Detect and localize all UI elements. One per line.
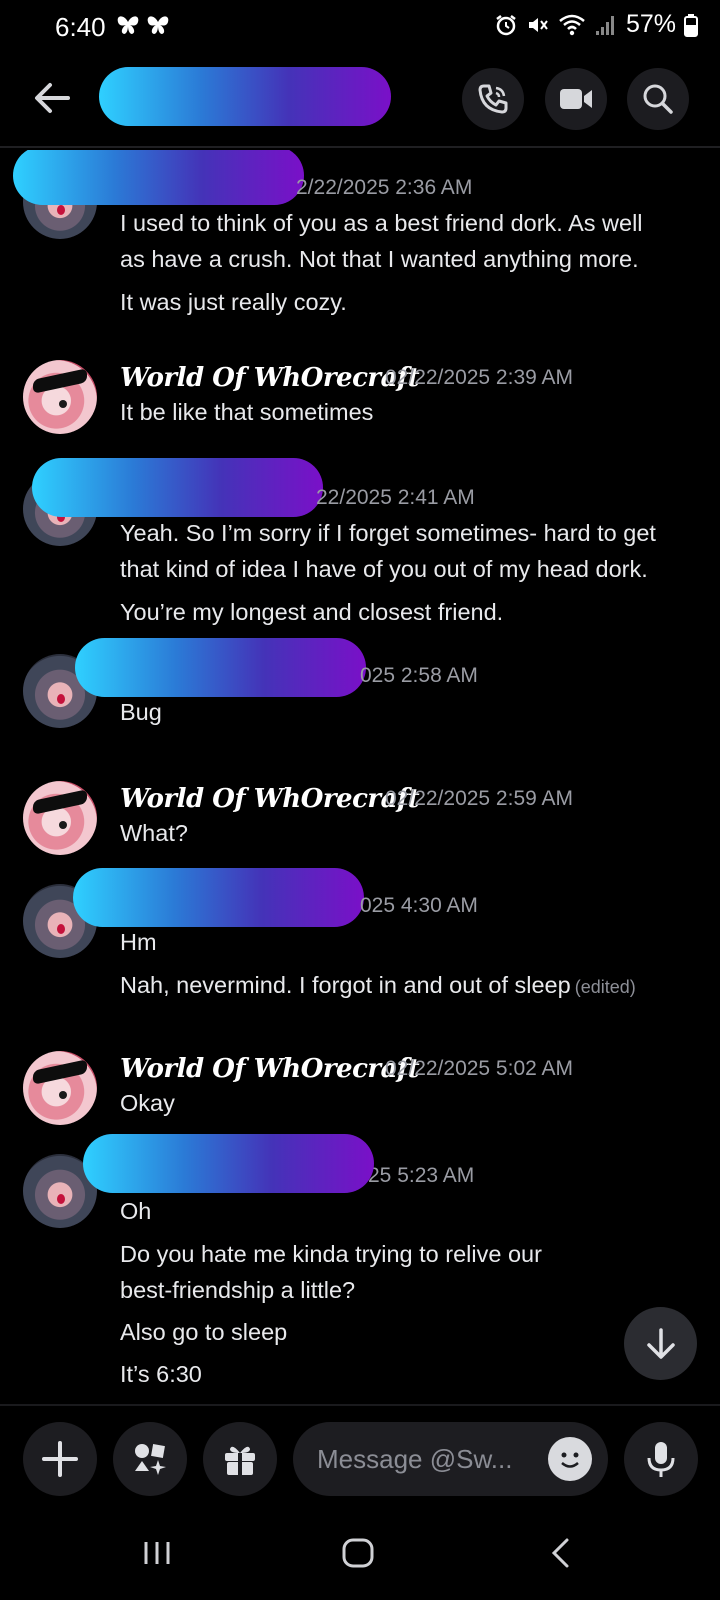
message-text[interactable]: as have a crush. Not that I wanted anyth… — [120, 246, 639, 273]
avatar[interactable] — [23, 1051, 97, 1125]
mute-icon — [528, 17, 548, 32]
add-attachment-button[interactable] — [23, 1422, 97, 1496]
emoji-button[interactable] — [548, 1437, 592, 1481]
gift-icon — [225, 1446, 255, 1475]
message-composer: Message @Sw... — [0, 1404, 720, 1514]
message-text[interactable]: It be like that sometimes — [120, 399, 373, 426]
message-timestamp: 02/22/2025 5:02 AM — [385, 1057, 573, 1080]
message-text[interactable]: Nah, nevermind. I forgot in and out of s… — [120, 972, 636, 999]
message-text[interactable]: It’s 6:30 — [120, 1361, 202, 1388]
status-bar: 6:40 57% — [0, 0, 720, 52]
alarm-icon — [496, 14, 516, 35]
message-text[interactable]: Oh — [120, 1198, 151, 1225]
back-nav-icon[interactable] — [545, 1536, 575, 1570]
message-timestamp: 02/22/2025 2:59 AM — [385, 787, 573, 810]
message-author[interactable]: World Of WhOrecraft — [120, 784, 420, 814]
jump-to-present-button[interactable] — [624, 1307, 697, 1380]
status-icons: 57% — [494, 10, 698, 39]
video-call-button[interactable] — [545, 68, 607, 130]
butterfly-icon — [147, 16, 169, 34]
message-text[interactable]: It was just really cozy. — [120, 289, 347, 316]
message-text[interactable]: I used to think of you as a best friend … — [120, 210, 643, 237]
video-camera-icon — [560, 89, 592, 109]
smiley-icon — [561, 1452, 579, 1468]
message-list[interactable]: 2/22/2025 2:36 AM I used to think of you… — [0, 150, 720, 1404]
message-text[interactable]: You’re my longest and closest friend. — [120, 599, 503, 626]
redacted-username — [75, 638, 366, 697]
wifi-icon — [559, 14, 585, 35]
chat-header — [0, 58, 720, 148]
message-text[interactable]: Also go to sleep — [120, 1319, 287, 1346]
phone-icon — [478, 84, 508, 114]
gift-button[interactable] — [203, 1422, 277, 1496]
microphone-icon — [647, 1442, 675, 1477]
redacted-username — [99, 67, 391, 126]
message-text[interactable]: What? — [120, 820, 188, 847]
back-arrow-icon[interactable] — [30, 76, 74, 120]
search-icon — [643, 84, 673, 114]
message-text[interactable]: Yeah. So I’m sorry if I forget sometimes… — [120, 520, 656, 547]
message-text[interactable]: best-friendship a little? — [120, 1277, 355, 1304]
message-timestamp: 2/22/2025 2:36 AM — [296, 176, 473, 199]
avatar[interactable] — [23, 360, 97, 434]
message-timestamp: 25 5:23 AM — [368, 1164, 475, 1187]
arrow-down-icon — [646, 1327, 675, 1359]
plus-icon — [42, 1441, 78, 1477]
redacted-username — [13, 150, 304, 205]
apps-icon — [135, 1444, 166, 1475]
redacted-username — [32, 458, 323, 517]
message-text[interactable]: Okay — [120, 1090, 175, 1117]
avatar[interactable] — [23, 781, 97, 855]
status-time: 6:40 — [55, 12, 106, 42]
message-timestamp: 22/2025 2:41 AM — [316, 486, 475, 509]
message-text[interactable]: that kind of idea I have of you out of m… — [120, 556, 648, 583]
message-input[interactable]: Message @Sw... — [293, 1422, 608, 1496]
voice-message-button[interactable] — [624, 1422, 698, 1496]
redacted-username — [73, 868, 364, 927]
message-timestamp: 02/22/2025 2:39 AM — [385, 366, 573, 389]
message-timestamp: 025 4:30 AM — [360, 894, 478, 917]
message-text[interactable]: Hm — [120, 929, 157, 956]
message-text[interactable]: Bug — [120, 699, 162, 726]
edited-label: (edited) — [574, 977, 636, 997]
apps-button[interactable] — [113, 1422, 187, 1496]
message-text[interactable]: Do you hate me kinda trying to relive ou… — [120, 1241, 542, 1268]
message-timestamp: 025 2:58 AM — [360, 664, 478, 687]
voice-call-button[interactable] — [462, 68, 524, 130]
message-placeholder: Message @Sw... — [317, 1444, 513, 1474]
battery-icon — [684, 13, 698, 37]
battery-percent: 57% — [625, 10, 676, 38]
butterfly-icon — [117, 16, 139, 34]
recent-apps-icon[interactable] — [140, 1536, 174, 1570]
message-author[interactable]: World Of WhOrecraft — [120, 1054, 420, 1084]
signal-icon — [595, 15, 614, 35]
message-author[interactable]: World Of WhOrecraft — [120, 363, 420, 393]
search-button[interactable] — [627, 68, 689, 130]
home-icon[interactable] — [340, 1536, 376, 1570]
system-nav-bar — [0, 1514, 720, 1600]
redacted-username — [83, 1134, 374, 1193]
